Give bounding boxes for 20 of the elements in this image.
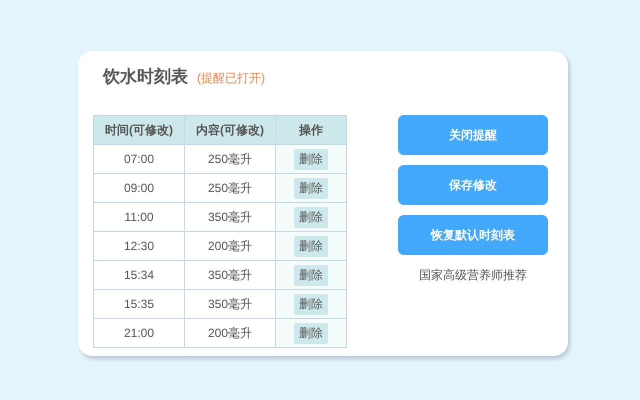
delete-button[interactable]: 删除 xyxy=(294,148,328,170)
time-cell[interactable]: 09:00 xyxy=(124,181,154,195)
time-cell[interactable]: 21:00 xyxy=(124,326,154,340)
delete-button[interactable]: 删除 xyxy=(294,264,328,286)
delete-button[interactable]: 删除 xyxy=(294,236,328,256)
delete-button[interactable]: 删除 xyxy=(294,206,328,228)
time-cell[interactable]: 15:35 xyxy=(124,297,154,311)
reminder-status: (提醒已打开) xyxy=(197,70,265,87)
page-title: 饮水时刻表 xyxy=(103,66,188,88)
delete-button[interactable]: 删除 xyxy=(294,322,328,344)
column-header: 内容(可修改) xyxy=(196,122,264,138)
time-cell[interactable]: 15:34 xyxy=(124,268,154,282)
time-cell[interactable]: 12:30 xyxy=(124,239,154,253)
recommendation-note: 国家高级营养师推荐 xyxy=(419,267,527,284)
delete-button[interactable]: 删除 xyxy=(294,178,328,198)
delete-button[interactable]: 删除 xyxy=(294,294,328,314)
time-cell[interactable]: 11:00 xyxy=(124,210,154,224)
time-cell[interactable]: 07:00 xyxy=(124,152,154,166)
column-header: 操作 xyxy=(299,122,323,138)
column-header: 时间(可修改) xyxy=(105,122,173,138)
